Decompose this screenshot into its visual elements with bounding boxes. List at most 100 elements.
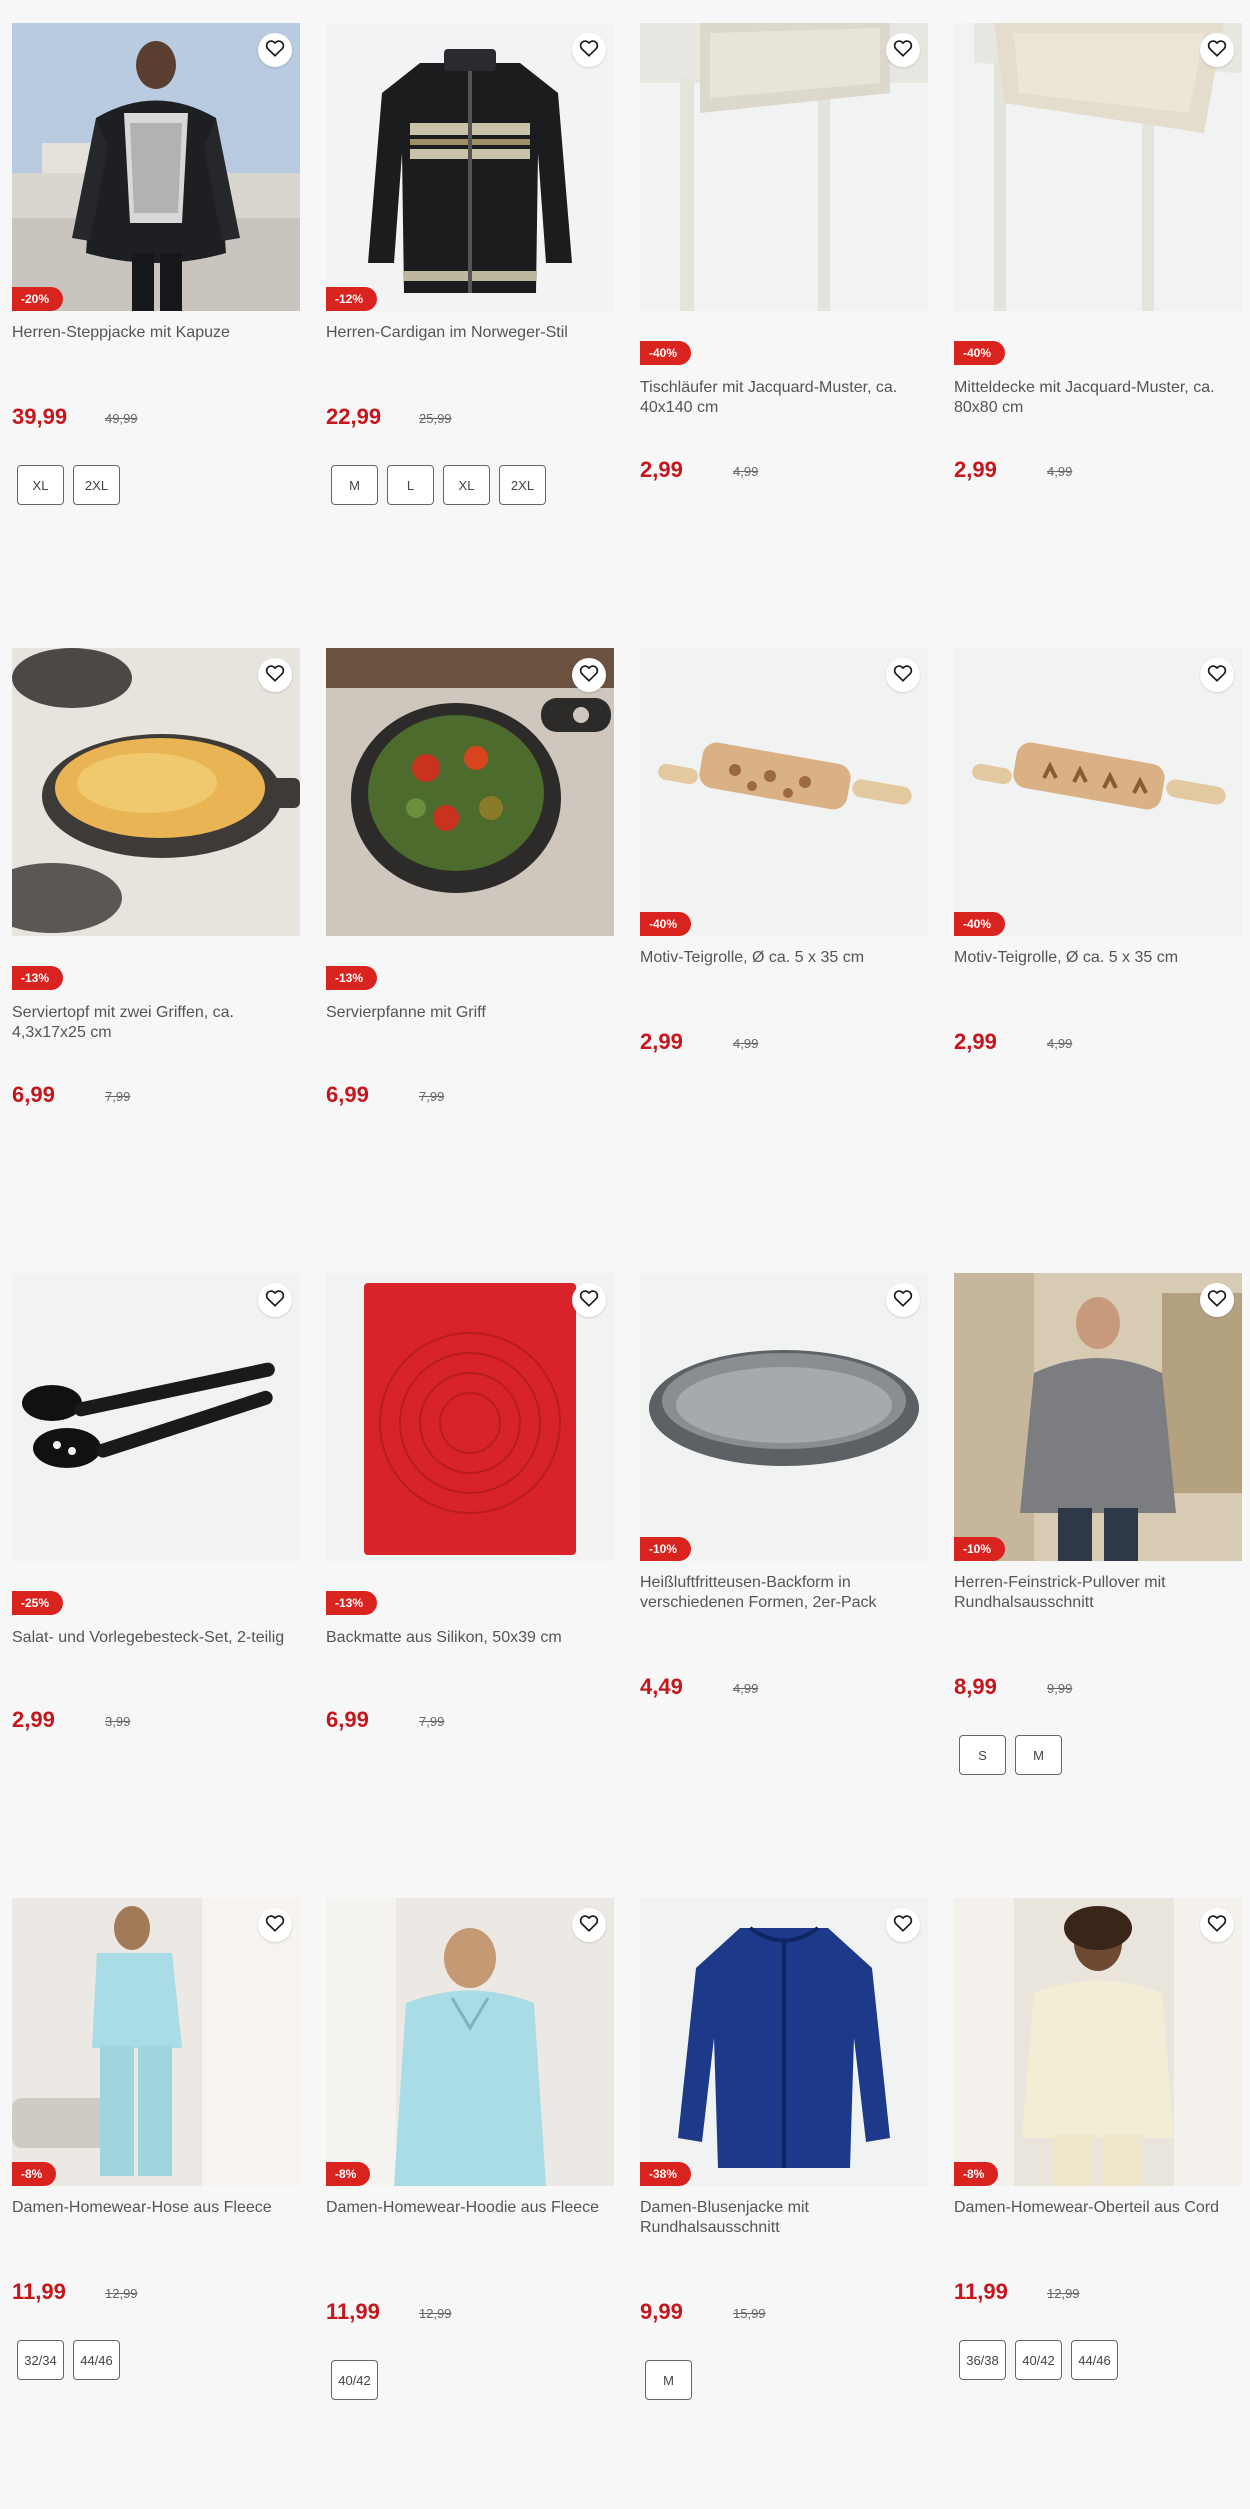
- favorite-button[interactable]: [258, 1908, 292, 1942]
- product-image[interactable]: [12, 1898, 300, 2186]
- favorite-button[interactable]: [258, 658, 292, 692]
- heart-icon: [265, 39, 285, 62]
- favorite-button[interactable]: [886, 658, 920, 692]
- product-title[interactable]: Motiv-Teigrolle, Ø ca. 5 x 35 cm: [640, 948, 928, 968]
- favorite-button[interactable]: [572, 658, 606, 692]
- favorite-button[interactable]: [258, 33, 292, 67]
- product-title[interactable]: Tischläufer mit Jacquard-Muster, ca. 40x…: [640, 378, 928, 418]
- favorite-button[interactable]: [572, 33, 606, 67]
- size-option-button[interactable]: 36/38: [959, 2340, 1006, 2380]
- product-title[interactable]: Herren-Feinstrick-Pullover mit Rundhalsa…: [954, 1573, 1242, 1613]
- product-card[interactable]: -40% Tischläufer mit Jacquard-Muster, ca.…: [640, 23, 928, 623]
- product-card[interactable]: -13% Backmatte aus Silikon, 50x39 cm 6,99 7…: [326, 1273, 614, 1873]
- original-price: 7,99: [105, 1089, 131, 1104]
- size-option-button[interactable]: S: [959, 1735, 1006, 1775]
- product-title[interactable]: Herren-Cardigan im Norweger-Stil: [326, 323, 614, 343]
- product-title[interactable]: Heißluftfritteusen-Backform in verschied…: [640, 1573, 928, 1613]
- grey-pullover-image: [954, 1273, 1242, 1561]
- discount-badge: -8%: [326, 2162, 371, 2186]
- product-title[interactable]: Backmatte aus Silikon, 50x39 cm: [326, 1628, 614, 1648]
- product-title[interactable]: Damen-Homewear-Hose aus Fleece: [12, 2198, 300, 2218]
- product-image[interactable]: [326, 1898, 614, 2186]
- original-price: 7,99: [419, 1089, 445, 1104]
- size-option-button[interactable]: XL: [17, 465, 64, 505]
- favorite-button[interactable]: [572, 1283, 606, 1317]
- product-title[interactable]: Damen-Homewear-Oberteil aus Cord: [954, 2198, 1242, 2218]
- current-price: 6,99: [326, 1082, 369, 1107]
- size-option-button[interactable]: 32/34: [17, 2340, 64, 2380]
- product-title[interactable]: Salat- und Vorlegebesteck-Set, 2-teilig: [12, 1628, 300, 1648]
- product-image[interactable]: [326, 648, 614, 936]
- current-price: 8,99: [954, 1674, 997, 1699]
- size-option-button[interactable]: M: [331, 465, 378, 505]
- favorite-button[interactable]: [886, 1283, 920, 1317]
- product-card[interactable]: -10% Herren-Feinstrick-Pullover mit Rundh…: [954, 1273, 1242, 1873]
- product-card[interactable]: -40% Motiv-Teigrolle, Ø ca. 5 x 35 cm 2,99…: [640, 648, 928, 1248]
- favorite-button[interactable]: [1200, 33, 1234, 67]
- size-option-button[interactable]: M: [645, 2360, 692, 2400]
- favorite-button[interactable]: [886, 1908, 920, 1942]
- heart-icon: [579, 664, 599, 687]
- product-card[interactable]: -38% Damen-Blusenjacke mit Rundhalsaussch…: [640, 1898, 928, 2498]
- original-price: 12,99: [419, 2306, 452, 2321]
- product-title[interactable]: Damen-Homewear-Hoodie aus Fleece: [326, 2198, 614, 2218]
- product-image[interactable]: [12, 23, 300, 311]
- current-price: 2,99: [954, 457, 997, 482]
- size-option-button[interactable]: 2XL: [499, 465, 546, 505]
- size-option-button[interactable]: M: [1015, 1735, 1062, 1775]
- size-option-button[interactable]: 2XL: [73, 465, 120, 505]
- size-option-button[interactable]: 44/46: [1071, 2340, 1118, 2380]
- discount-badge: -40%: [640, 912, 692, 936]
- favorite-button[interactable]: [572, 1908, 606, 1942]
- product-card[interactable]: -40% Motiv-Teigrolle, Ø ca. 5 x 35 cm 2,99…: [954, 648, 1242, 1248]
- product-card[interactable]: -13% Serviertopf mit zwei Griffen, ca. 4,…: [12, 648, 300, 1248]
- product-title[interactable]: Herren-Steppjacke mit Kapuze: [12, 323, 300, 343]
- table-runner-image: [640, 23, 928, 311]
- product-image[interactable]: [954, 648, 1242, 936]
- product-image[interactable]: [12, 1273, 300, 1561]
- size-option-button[interactable]: L: [387, 465, 434, 505]
- favorite-button[interactable]: [258, 1283, 292, 1317]
- favorite-button[interactable]: [1200, 658, 1234, 692]
- heart-icon: [893, 39, 913, 62]
- product-image[interactable]: [640, 23, 928, 311]
- product-title[interactable]: Motiv-Teigrolle, Ø ca. 5 x 35 cm: [954, 948, 1242, 968]
- product-card[interactable]: -8% Damen-Homewear-Oberteil aus Cord 11,99…: [954, 1898, 1242, 2498]
- product-image[interactable]: [954, 23, 1242, 311]
- size-option-button[interactable]: 40/42: [1015, 2340, 1062, 2380]
- product-image[interactable]: [326, 1273, 614, 1561]
- product-card[interactable]: -25% Salat- und Vorlegebesteck-Set, 2-tei…: [12, 1273, 300, 1873]
- product-image[interactable]: [640, 1898, 928, 2186]
- fleece-pants-image: [12, 1898, 300, 2186]
- product-image[interactable]: [640, 648, 928, 936]
- size-option-button[interactable]: 44/46: [73, 2340, 120, 2380]
- product-title[interactable]: Servierpfanne mit Griff: [326, 1003, 614, 1023]
- puffer-jacket-image: [12, 23, 300, 311]
- size-option-button[interactable]: XL: [443, 465, 490, 505]
- product-card[interactable]: -8% Damen-Homewear-Hose aus Fleece 11,99 12…: [12, 1898, 300, 2498]
- original-price: 4,99: [733, 464, 759, 479]
- product-image[interactable]: [640, 1273, 928, 1561]
- product-card[interactable]: -40% Mitteldecke mit Jacquard-Muster, ca.…: [954, 23, 1242, 623]
- baking-tray-image: [640, 1273, 928, 1561]
- product-image[interactable]: [954, 1898, 1242, 2186]
- product-image[interactable]: [326, 23, 614, 311]
- current-price: 11,99: [954, 2279, 1008, 2304]
- product-title[interactable]: Mitteldecke mit Jacquard-Muster, ca. 80x…: [954, 378, 1242, 418]
- heart-icon: [579, 1914, 599, 1937]
- product-card[interactable]: -10% Heißluftfritteusen-Backform in versc…: [640, 1273, 928, 1873]
- product-card[interactable]: -20% Herren-Steppjacke mit Kapuze 39,99 49,…: [12, 23, 300, 623]
- size-option-button[interactable]: 40/42: [331, 2360, 378, 2400]
- product-image[interactable]: [12, 648, 300, 936]
- favorite-button[interactable]: [886, 33, 920, 67]
- favorite-button[interactable]: [1200, 1908, 1234, 1942]
- product-title[interactable]: Serviertopf mit zwei Griffen, ca. 4,3x17…: [12, 1003, 300, 1043]
- product-card[interactable]: -8% Damen-Homewear-Hoodie aus Fleece 11,99…: [326, 1898, 614, 2498]
- favorite-button[interactable]: [1200, 1283, 1234, 1317]
- size-options: SM: [959, 1735, 1062, 1775]
- product-image[interactable]: [954, 1273, 1242, 1561]
- product-card[interactable]: -12% Herren-Cardigan im Norweger-Stil 22,9…: [326, 23, 614, 623]
- product-title[interactable]: Damen-Blusenjacke mit Rundhalsausschnitt: [640, 2198, 928, 2238]
- product-card[interactable]: -13% Servierpfanne mit Griff 6,99 7,99: [326, 648, 614, 1248]
- current-price: 4,49: [640, 1674, 683, 1699]
